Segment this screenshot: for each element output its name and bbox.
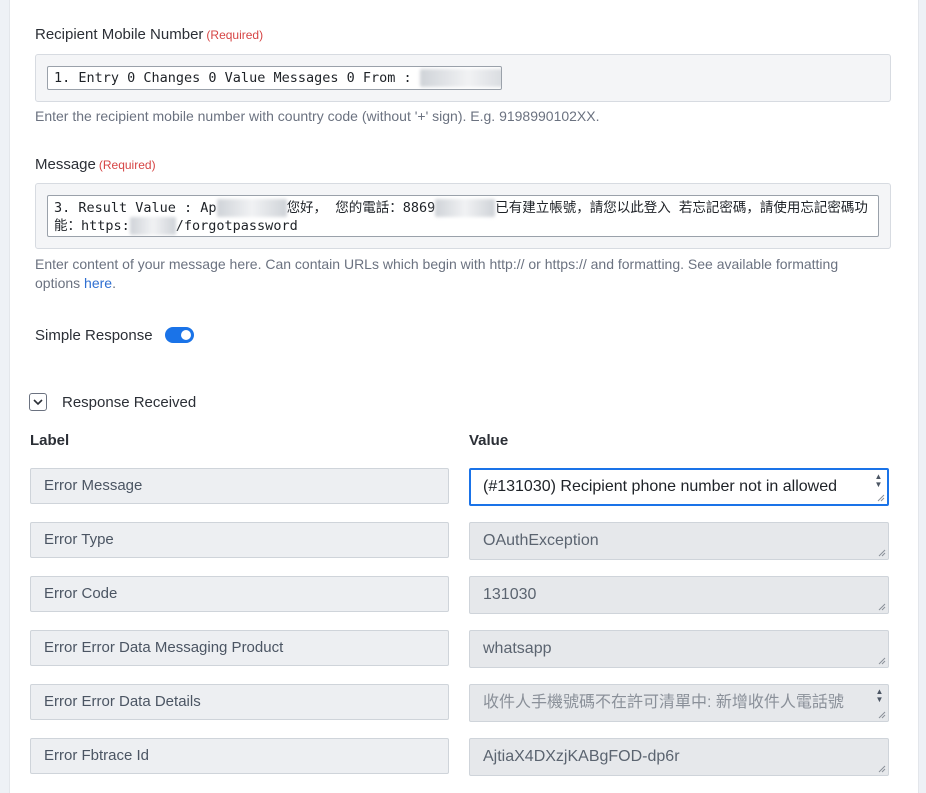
message-masked-phone: xxxxxx xyxy=(435,199,496,217)
message-token[interactable]: 3. Result Value : Apxxxxxx您好， 您的電話：8869x… xyxy=(47,195,879,237)
message-text-a: 3. Result Value : Ap xyxy=(54,200,217,216)
response-value-error-type[interactable]: OAuthException xyxy=(469,522,889,560)
recipient-help: Enter the recipient mobile number with c… xyxy=(35,108,600,124)
message-required-tag: (Required) xyxy=(98,158,156,172)
recipient-label-text: Recipient Mobile Number xyxy=(35,26,204,43)
recipient-required-tag: (Required) xyxy=(206,28,264,42)
error-details-value: 收件人手機號碼不在許可清單中: 新增收件人電話號 xyxy=(483,694,844,711)
error-type-value: OAuthException xyxy=(483,532,599,549)
simple-response-label: Simple Response xyxy=(35,327,153,344)
message-label: Message (Required) xyxy=(35,156,156,173)
formatting-options-link[interactable]: here xyxy=(84,275,112,291)
message-text-e: /forgotpassword xyxy=(175,218,298,234)
fbtrace-id-value: AjtiaX4DXzjKABgFOD-dp6r xyxy=(483,748,680,765)
response-value-error-message[interactable]: (#131030) Recipient phone number not in … xyxy=(469,468,889,506)
message-masked-name: xxxxxx xyxy=(216,199,287,217)
message-token-line1: 3. Result Value : Apxxxxxx您好， 您的電話：8869x… xyxy=(54,199,872,217)
toggle-knob xyxy=(181,330,191,340)
response-label-error-type: Error Type xyxy=(30,522,449,558)
resize-grip-icon[interactable] xyxy=(878,549,886,557)
scroll-arrows-icon[interactable]: ▲ ▼ xyxy=(873,473,884,489)
resize-grip-icon[interactable] xyxy=(878,765,886,773)
recipient-token[interactable]: 1. Entry 0 Changes 0 Value Messages 0 Fr… xyxy=(47,66,502,90)
chevron-down-icon xyxy=(33,399,43,406)
response-value-fbtrace-id[interactable]: AjtiaX4DXzjKABgFOD-dp6r xyxy=(469,738,889,776)
resize-grip-icon[interactable] xyxy=(878,603,886,611)
response-label-error-code: Error Code xyxy=(30,576,449,612)
value-column-header: Value xyxy=(469,432,509,449)
simple-response-toggle[interactable] xyxy=(165,327,194,343)
resize-grip-icon[interactable] xyxy=(877,494,885,502)
error-code-value: 131030 xyxy=(483,586,537,603)
resize-grip-icon[interactable] xyxy=(878,711,886,719)
response-label-error-details: Error Error Data Details xyxy=(30,684,449,720)
message-token-line2: 能：https:xxxx/forgotpassword xyxy=(54,217,872,235)
message-field[interactable]: 3. Result Value : Apxxxxxx您好， 您的電話：8869x… xyxy=(35,183,891,249)
message-text-c: 已有建立帳號，請您以此登入 若忘記密碼，請使用忘記密碼功 xyxy=(495,200,868,216)
response-received-title: Response Received xyxy=(62,394,197,411)
message-text-b: 您好， 您的電話：8869 xyxy=(286,200,436,216)
messaging-product-value: whatsapp xyxy=(483,640,552,657)
scroll-arrows-icon[interactable]: ▲ ▼ xyxy=(874,688,885,704)
response-label-messaging-product: Error Error Data Messaging Product xyxy=(30,630,449,666)
recipient-token-masked: 886931270497 xyxy=(419,69,501,87)
message-help: Enter content of your message here. Can … xyxy=(35,255,880,293)
label-column-header: Label xyxy=(30,432,70,449)
response-label-fbtrace-id: Error Fbtrace Id xyxy=(30,738,449,774)
message-text-d: 能：https: xyxy=(54,218,130,234)
error-message-value: (#131030) Recipient phone number not in … xyxy=(483,478,838,495)
message-help-end: . xyxy=(112,275,116,291)
response-value-error-code[interactable]: 131030 xyxy=(469,576,889,614)
recipient-field[interactable]: 1. Entry 0 Changes 0 Value Messages 0 Fr… xyxy=(35,54,891,102)
message-masked-domain: xxxx xyxy=(129,217,176,235)
resize-grip-icon[interactable] xyxy=(878,657,886,665)
response-label-error-message: Error Message xyxy=(30,468,449,504)
recipient-token-text: 1. Entry 0 Changes 0 Value Messages 0 Fr… xyxy=(54,70,420,86)
message-help-text: Enter content of your message here. Can … xyxy=(35,256,839,291)
collapse-chevron-button[interactable] xyxy=(29,393,47,411)
message-label-text: Message xyxy=(35,156,96,173)
response-value-error-details[interactable]: 收件人手機號碼不在許可清單中: 新增收件人電話號 ▲ ▼ xyxy=(469,684,889,722)
recipient-label: Recipient Mobile Number (Required) xyxy=(35,26,263,43)
response-value-messaging-product[interactable]: whatsapp xyxy=(469,630,889,668)
